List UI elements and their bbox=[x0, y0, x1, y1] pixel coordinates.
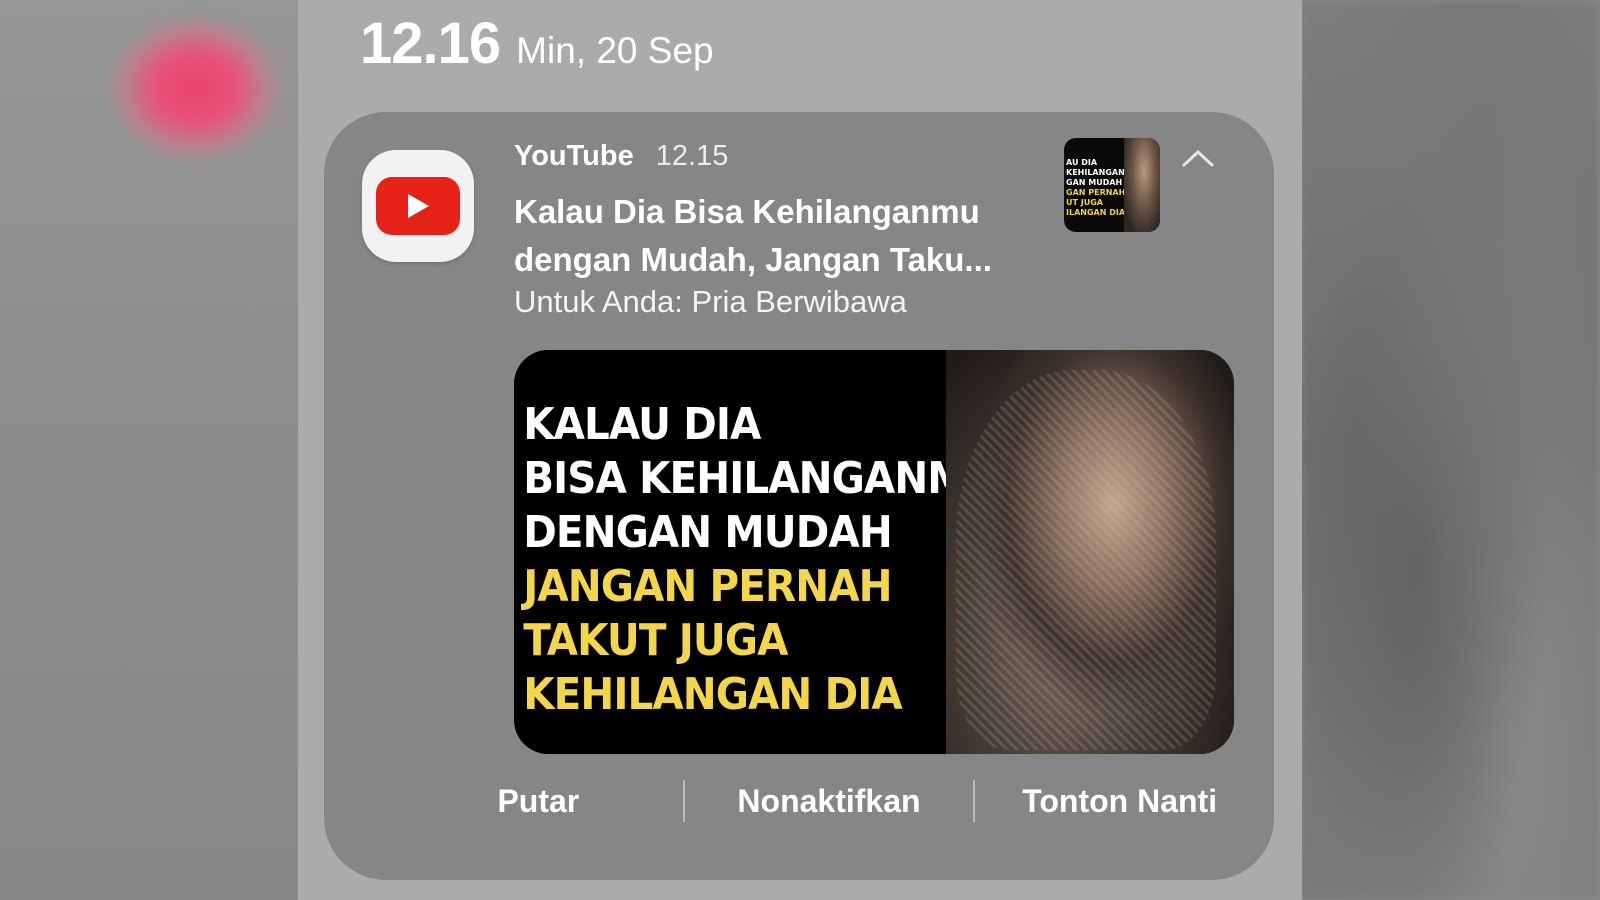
app-name: YouTube bbox=[514, 140, 634, 172]
thumbnail-line: TAKUT JUGA bbox=[523, 615, 788, 666]
notification-header: YouTube 12.15 bbox=[514, 140, 728, 173]
notification-title: Kalau Dia Bisa Kehilanganmu dengan Mudah… bbox=[514, 193, 992, 278]
small-thumbnail-photo bbox=[1124, 138, 1160, 232]
notification-time: 12.15 bbox=[655, 140, 729, 172]
small-thumbnail-text: AU DIA KEHILANGANMU GAN MUDAH GAN PERNAH… bbox=[1064, 138, 1124, 232]
blurred-app-icon bbox=[112, 18, 278, 158]
clock: 12.16 bbox=[360, 11, 501, 76]
disable-button[interactable]: Nonaktifkan bbox=[685, 783, 974, 820]
notification-actions: Putar Nonaktifkan Tonton Nanti bbox=[394, 766, 1264, 836]
thumbnail-line: JANGAN PERNAH bbox=[523, 561, 892, 612]
small-thumbnail-line: UT JUGA bbox=[1066, 198, 1103, 207]
video-thumbnail[interactable]: KALAU DIA BISA KEHILANGANMU DENGAN MUDAH… bbox=[514, 350, 1234, 754]
status-row: 12.16 Min, 20 Sep bbox=[360, 10, 714, 77]
thumbnail-line: KEHILANGAN DIA bbox=[523, 669, 903, 720]
thumbnail-veil-texture bbox=[956, 370, 1216, 750]
date: Min, 20 Sep bbox=[516, 30, 714, 71]
small-thumbnail-line: KEHILANGANMU bbox=[1066, 168, 1124, 177]
small-thumbnail: AU DIA KEHILANGANMU GAN MUDAH GAN PERNAH… bbox=[1064, 138, 1160, 232]
small-thumbnail-line: GAN MUDAH bbox=[1066, 178, 1123, 187]
thumbnail-line: BISA KEHILANGANMU bbox=[523, 453, 999, 504]
watch-later-button[interactable]: Tonton Nanti bbox=[975, 783, 1264, 820]
thumbnail-caption: KALAU DIA BISA KEHILANGANMU DENGAN MUDAH… bbox=[514, 350, 999, 754]
thumbnail-line: KALAU DIA bbox=[523, 399, 761, 450]
youtube-app-icon bbox=[362, 150, 474, 262]
small-thumbnail-line: AU DIA bbox=[1066, 158, 1098, 167]
blurred-background-right bbox=[1300, 0, 1600, 900]
small-thumbnail-line: ILANGAN DIA bbox=[1066, 208, 1124, 217]
thumbnail-line: DENGAN MUDAH bbox=[523, 507, 893, 558]
thumbnail-photo bbox=[946, 350, 1234, 754]
youtube-play-icon bbox=[376, 177, 460, 235]
notification-subtitle: Untuk Anda: Pria Berwibawa bbox=[514, 284, 907, 319]
small-thumbnail-line: GAN PERNAH bbox=[1066, 188, 1124, 197]
youtube-notification-card[interactable]: YouTube 12.15 Kalau Dia Bisa Kehilanganm… bbox=[324, 112, 1274, 880]
notification-shade: 12.16 Min, 20 Sep YouTube 12.15 Kalau Di… bbox=[298, 0, 1302, 900]
play-button[interactable]: Putar bbox=[394, 783, 683, 820]
chevron-up-icon[interactable] bbox=[1178, 144, 1218, 172]
